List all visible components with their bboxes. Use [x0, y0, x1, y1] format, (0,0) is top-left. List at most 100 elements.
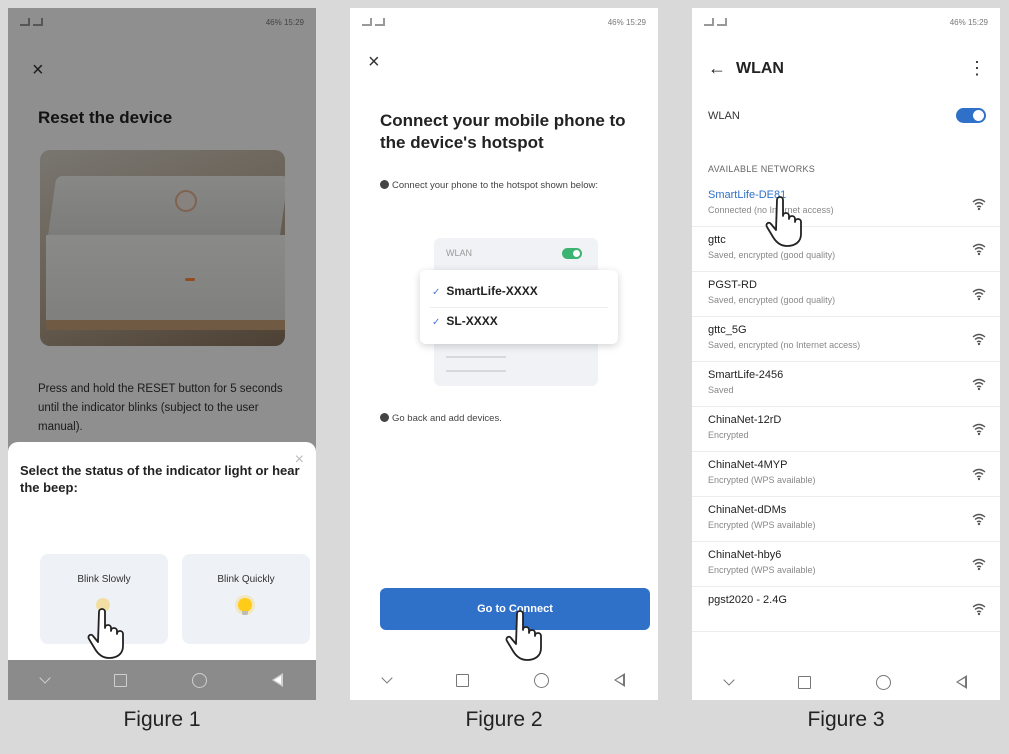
network-status: Saved, encrypted (no Internet access) — [708, 340, 861, 350]
chevron-down-icon[interactable] — [722, 674, 735, 686]
wifi-signal-icon — [972, 423, 986, 436]
wifi-signal-icon — [972, 198, 986, 211]
step-2-instruction: Go back and add devices. — [380, 413, 630, 424]
wifi-signal-icon — [972, 603, 986, 616]
more-options-icon[interactable]: ⋮ — [968, 58, 986, 79]
blink-quickly-option[interactable]: Blink Quickly — [182, 554, 310, 644]
close-icon[interactable]: × — [32, 60, 44, 80]
figure1-screen: 46% 15:29 × Reset the device Press and h… — [8, 8, 316, 700]
step-1-instruction: Connect your phone to the hotspot shown … — [380, 180, 630, 192]
figure3-screen: 46% 15:29 ← WLAN ⋮ WLAN AVAILABLE NETWOR… — [692, 8, 1000, 700]
figure-caption: Figure 3 — [807, 708, 885, 731]
wlan-label: WLAN — [446, 248, 473, 258]
status-bar-battery-time: 46% 15:29 — [949, 17, 988, 27]
network-name: gttc_5G — [708, 324, 747, 336]
page-title: WLAN — [736, 60, 784, 77]
network-name: SmartLife-XXXX — [446, 284, 538, 298]
network-name: SmartLife-DE81 — [708, 189, 787, 201]
home-icon[interactable] — [534, 672, 550, 688]
device-image — [40, 150, 285, 346]
network-status: Encrypted (WPS available) — [708, 565, 816, 575]
network-name: gttc — [708, 234, 726, 246]
network-row[interactable]: ChinaNet-dDMs Encrypted (WPS available) — [692, 497, 1000, 542]
network-status: Saved — [708, 385, 734, 395]
status-bar: 46% 15:29 — [8, 8, 316, 36]
network-row[interactable]: gttc_5G Saved, encrypted (no Internet acc… — [692, 317, 1000, 362]
figure2-screen: 46% 15:29 × Connect your mobile phone to… — [350, 8, 658, 700]
reset-button-illustration — [175, 190, 197, 212]
indicator-led — [185, 278, 195, 281]
network-row[interactable]: SmartLife-DE81 Connected (no Internet acc… — [692, 182, 1000, 227]
network-row[interactable]: SmartLife-2456 Saved — [692, 362, 1000, 407]
network-status: Saved, encrypted (good quality) — [708, 295, 836, 305]
figure-caption: Figure 1 — [123, 708, 201, 731]
network-status: Saved, encrypted (good quality) — [708, 250, 836, 260]
signal-icon — [20, 18, 43, 26]
network-name: ChinaNet-dDMs — [708, 504, 787, 516]
status-bar-battery-time: 46% 15:29 — [265, 17, 304, 27]
home-icon[interactable] — [192, 672, 208, 688]
sheet-title: Select the status of the indicator light… — [20, 463, 300, 495]
chevron-down-icon[interactable] — [380, 672, 393, 684]
check-icon: ✓ — [432, 287, 441, 298]
page-title: Reset the device — [38, 108, 173, 127]
network-status: Connected (no Internet access) — [708, 205, 834, 215]
network-name: SmartLife-2456 — [708, 369, 784, 381]
network-name: ChinaNet-4MYP — [708, 459, 788, 471]
light-bulb-icon — [96, 598, 110, 615]
network-row[interactable]: ChinaNet-4MYP Encrypted (WPS available) — [692, 452, 1000, 497]
option-label: Blink Slowly — [77, 574, 131, 585]
page-title: Connect your mobile phone to the device'… — [380, 111, 626, 152]
network-name: PGST-RD — [708, 279, 757, 291]
signal-icon — [704, 18, 727, 26]
network-status: Encrypted (WPS available) — [708, 520, 816, 530]
light-bulb-icon — [238, 598, 252, 615]
step-1-text: Connect your phone to the hotspot shown … — [392, 180, 598, 191]
wifi-signal-icon — [972, 288, 986, 301]
back-icon[interactable] — [272, 673, 284, 687]
network-row[interactable]: ChinaNet-hby6 Encrypted (WPS available) — [692, 542, 1000, 587]
network-row[interactable]: gttc Saved, encrypted (good quality) — [692, 227, 1000, 272]
hotspot-network-list: ✓ SmartLife-XXXX ✓ SL-XXXX — [420, 270, 618, 344]
wifi-signal-icon — [972, 558, 986, 571]
chevron-down-icon[interactable] — [38, 672, 51, 684]
wlan-header: ← WLAN ⋮ WLAN — [692, 36, 1000, 148]
recent-apps-icon[interactable] — [113, 673, 127, 687]
home-icon[interactable] — [876, 674, 892, 690]
recent-apps-icon[interactable] — [455, 673, 469, 687]
blink-slowly-option[interactable]: Blink Slowly — [40, 554, 168, 644]
hotspot-network-item: ✓ SmartLife-XXXX — [432, 284, 538, 298]
back-icon[interactable] — [614, 673, 626, 687]
network-name: ChinaNet-12rD — [708, 414, 782, 426]
step-bullet-icon — [380, 413, 389, 422]
wlan-toggle-label: WLAN — [708, 110, 740, 122]
status-bar: 46% 15:29 — [350, 8, 658, 36]
wifi-signal-icon — [972, 333, 986, 346]
figure-caption: Figure 2 — [465, 708, 543, 731]
wifi-signal-icon — [972, 513, 986, 526]
network-row[interactable]: PGST-RD Saved, encrypted (good quality) — [692, 272, 1000, 317]
back-arrow-icon[interactable]: ← — [708, 58, 726, 79]
wifi-signal-icon — [972, 243, 986, 256]
network-name: SL-XXXX — [446, 314, 498, 328]
back-icon[interactable] — [956, 675, 968, 689]
network-name: ChinaNet-hby6 — [708, 549, 782, 561]
wifi-signal-icon — [972, 468, 986, 481]
wlan-toggle[interactable] — [956, 108, 986, 123]
close-icon[interactable]: × — [368, 52, 380, 72]
system-nav-bar — [350, 660, 658, 700]
step-2-text: Go back and add devices. — [392, 413, 502, 424]
network-status: Encrypted (WPS available) — [708, 475, 816, 485]
go-to-connect-button[interactable]: Go to Connect — [380, 588, 650, 630]
reset-instructions: Press and hold the RESET button for 5 se… — [38, 383, 283, 433]
wifi-signal-icon — [972, 378, 986, 391]
network-row[interactable]: ChinaNet-12rD Encrypted — [692, 407, 1000, 452]
step-bullet-icon — [380, 180, 389, 189]
available-networks-list: AVAILABLE NETWORKS SmartLife-DE81 Connect… — [692, 148, 1000, 700]
wlan-toggle-illustration — [562, 248, 582, 259]
network-row[interactable]: pgst2020 - 2.4G — [692, 587, 1000, 632]
recent-apps-icon[interactable] — [797, 675, 811, 689]
hotspot-network-item: ✓ SL-XXXX — [432, 314, 498, 328]
network-status: Encrypted — [708, 430, 749, 440]
system-nav-bar — [692, 664, 1000, 700]
